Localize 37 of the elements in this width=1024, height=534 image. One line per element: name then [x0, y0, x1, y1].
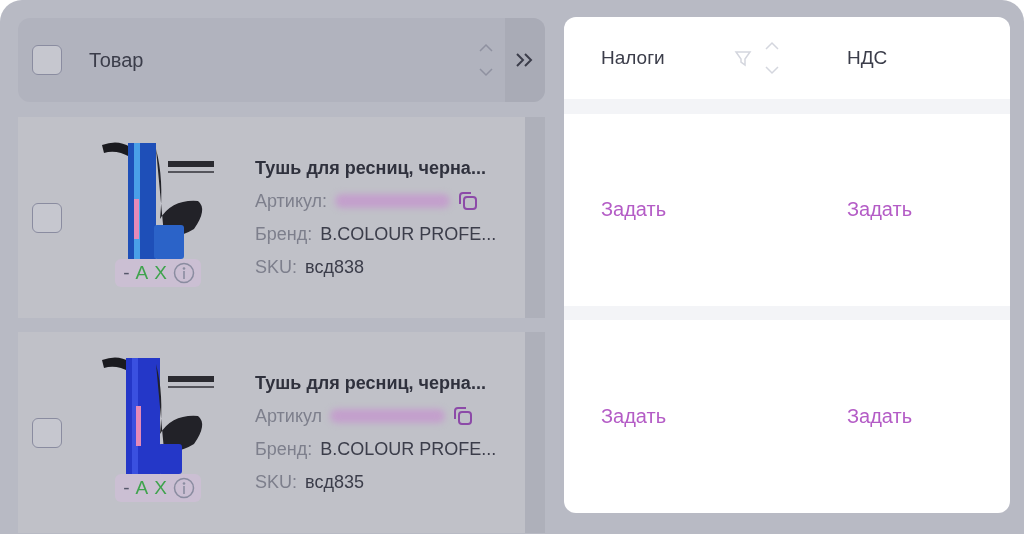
- brand-label: Бренд:: [255, 438, 313, 460]
- sort-icon[interactable]: [478, 42, 494, 78]
- checkbox[interactable]: [32, 45, 62, 75]
- sku-value: всд838: [305, 256, 364, 278]
- sku-value: всд835: [305, 471, 364, 493]
- copy-icon[interactable]: [453, 406, 474, 426]
- info-icon[interactable]: [172, 476, 195, 499]
- checkbox[interactable]: [32, 417, 62, 448]
- set-link[interactable]: Задать: [564, 198, 667, 222]
- grade-letter: X: [154, 476, 167, 499]
- brand-value: B.COLOUR PROFE...: [320, 223, 497, 245]
- brand-label: Бренд:: [255, 223, 313, 245]
- set-link[interactable]: Задать: [564, 405, 667, 429]
- product-title[interactable]: Тушь для ресниц, черна...: [255, 157, 515, 179]
- grade-letter: -: [123, 261, 130, 284]
- brand-value: B.COLOUR PROFE...: [320, 438, 497, 460]
- copy-icon[interactable]: [458, 191, 479, 211]
- filter-icon[interactable]: [734, 48, 752, 67]
- checkbox[interactable]: [32, 202, 62, 233]
- grade-letter: -: [123, 476, 130, 499]
- column-header: Товар: [89, 48, 145, 72]
- set-link[interactable]: Задать: [810, 405, 913, 429]
- article-label: Артикул:: [255, 190, 328, 212]
- product-title[interactable]: Тушь для ресниц, черна...: [255, 372, 515, 394]
- grade-letter: X: [154, 261, 167, 284]
- sku-label: SKU:: [255, 256, 297, 278]
- article-label: Артикул: [255, 405, 323, 427]
- collapse-button[interactable]: [505, 18, 545, 102]
- column-header: НДС: [847, 46, 889, 69]
- grade-letter: A: [135, 261, 149, 284]
- grade-letter: A: [135, 476, 149, 499]
- sort-icon[interactable]: [764, 39, 780, 76]
- double-chevron-icon: [515, 52, 535, 68]
- set-link[interactable]: Задать: [810, 198, 913, 222]
- sku-label: SKU:: [255, 471, 297, 493]
- column-header: Налоги: [601, 46, 666, 69]
- info-icon[interactable]: [172, 261, 195, 284]
